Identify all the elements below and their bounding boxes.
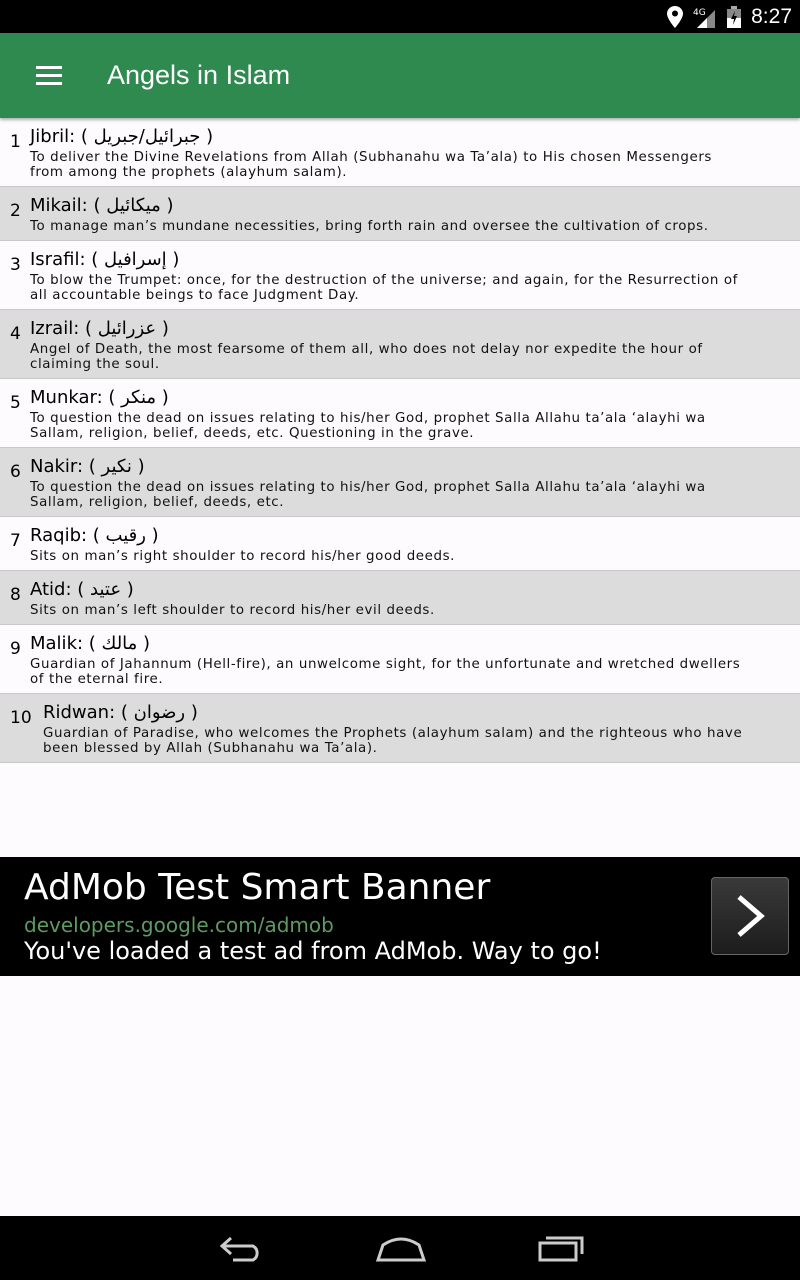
angel-description: To question the dead on issues relating … — [30, 480, 706, 510]
recent-apps-icon[interactable] — [537, 1233, 585, 1263]
status-bar: 4G 8:27 — [0, 0, 800, 33]
angel-row[interactable]: 4 Izrail: ( عزرائيل ) Angel of Death, th… — [0, 310, 800, 379]
page-title: Angels in Islam — [107, 60, 291, 90]
angel-description: Sits on man’s right shoulder to record h… — [30, 549, 456, 564]
angel-name: Raqib: ( رقيب ) — [30, 525, 159, 546]
angel-body: Raqib: ( رقيب ) Sits on man’s right shou… — [30, 523, 790, 564]
ad-url[interactable]: developers.google.com/admob — [24, 913, 334, 937]
angel-number: 5 — [10, 393, 21, 413]
angel-description: To question the dead on issues relating … — [30, 411, 706, 441]
angel-description: To deliver the Divine Revelations from A… — [30, 150, 713, 180]
angel-list: 1 Jibril: ( جبرائيل/جبريل ) To deliver t… — [0, 118, 800, 763]
angel-number: 9 — [10, 639, 21, 659]
chevron-right-icon — [737, 895, 765, 937]
angel-body: Munkar: ( منكر ) To question the dead on… — [30, 385, 790, 441]
ad-open-button[interactable] — [711, 877, 789, 955]
angel-name: Malik: ( مالك ) — [30, 633, 151, 654]
ad-banner[interactable]: AdMob Test Smart Banner developers.googl… — [0, 857, 800, 976]
navigation-bar — [0, 1216, 800, 1280]
angel-body: Malik: ( مالك ) Guardian of Jahannum (He… — [30, 631, 790, 687]
angel-number: 6 — [10, 462, 21, 482]
angel-description: Sits on man’s left shoulder to record hi… — [30, 603, 435, 618]
angel-description: To manage man’s mundane necessities, bri… — [30, 219, 709, 234]
angel-number: 8 — [10, 585, 21, 605]
angel-description: To blow the Trumpet: once, for the destr… — [30, 273, 738, 303]
angel-name: Atid: ( عتيد ) — [30, 579, 134, 600]
angel-row[interactable]: 1 Jibril: ( جبرائيل/جبريل ) To deliver t… — [0, 118, 800, 187]
signal-icon: 4G — [693, 8, 716, 28]
ad-text: You've loaded a test ad from AdMob. Way … — [24, 937, 602, 965]
angel-description: Guardian of Paradise, who welcomes the P… — [43, 726, 743, 756]
angel-row[interactable]: 5 Munkar: ( منكر ) To question the dead … — [0, 379, 800, 448]
angel-name: Mikail: ( ميكائيل ) — [30, 195, 174, 216]
angel-number: 3 — [10, 255, 21, 275]
angel-row[interactable]: 3 Israfil: ( إسرافيل ) To blow the Trump… — [0, 241, 800, 310]
angel-body: Israfil: ( إسرافيل ) To blow the Trumpet… — [30, 247, 790, 303]
angel-body: Izrail: ( عزرائيل ) Angel of Death, the … — [30, 316, 790, 372]
ad-headline: AdMob Test Smart Banner — [24, 867, 491, 908]
angel-row[interactable]: 8 Atid: ( عتيد ) Sits on man’s left shou… — [0, 571, 800, 625]
angel-body: Ridwan: ( رضوان ) Guardian of Paradise, … — [43, 700, 790, 756]
angel-name: Munkar: ( منكر ) — [30, 387, 169, 408]
angel-row[interactable]: 6 Nakir: ( نكير ) To question the dead o… — [0, 448, 800, 517]
angel-number: 4 — [10, 324, 21, 344]
angel-body: Nakir: ( نكير ) To question the dead on … — [30, 454, 790, 510]
angel-row[interactable]: 10 Ridwan: ( رضوان ) Guardian of Paradis… — [0, 694, 800, 763]
angel-body: Atid: ( عتيد ) Sits on man’s left should… — [30, 577, 790, 618]
angel-description: Guardian of Jahannum (Hell-fire), an unw… — [30, 657, 741, 687]
svg-text:4G: 4G — [693, 8, 706, 18]
angel-row[interactable]: 7 Raqib: ( رقيب ) Sits on man’s right sh… — [0, 517, 800, 571]
angel-name: Ridwan: ( رضوان ) — [43, 702, 198, 723]
angel-body: Jibril: ( جبرائيل/جبريل ) To deliver the… — [30, 124, 790, 180]
angel-number: 2 — [10, 201, 21, 221]
menu-icon[interactable] — [36, 66, 62, 85]
angel-description: Angel of Death, the most fearsome of the… — [30, 342, 703, 372]
back-icon[interactable] — [215, 1233, 265, 1263]
location-icon — [667, 5, 684, 28]
angel-name: Nakir: ( نكير ) — [30, 456, 145, 477]
app-bar: Angels in Islam — [0, 33, 800, 118]
angel-body: Mikail: ( ميكائيل ) To manage man’s mund… — [30, 193, 790, 234]
angel-number: 7 — [10, 531, 21, 551]
angel-name: Jibril: ( جبرائيل/جبريل ) — [30, 126, 214, 147]
angel-number: 10 — [10, 708, 32, 728]
home-icon[interactable] — [375, 1233, 427, 1263]
battery-icon — [727, 5, 742, 28]
angel-number: 1 — [10, 132, 21, 152]
angel-row[interactable]: 2 Mikail: ( ميكائيل ) To manage man’s mu… — [0, 187, 800, 241]
angel-name: Israfil: ( إسرافيل ) — [30, 249, 180, 270]
clock: 8:27 — [751, 4, 792, 28]
angel-row[interactable]: 9 Malik: ( مالك ) Guardian of Jahannum (… — [0, 625, 800, 694]
angel-name: Izrail: ( عزرائيل ) — [30, 318, 169, 339]
